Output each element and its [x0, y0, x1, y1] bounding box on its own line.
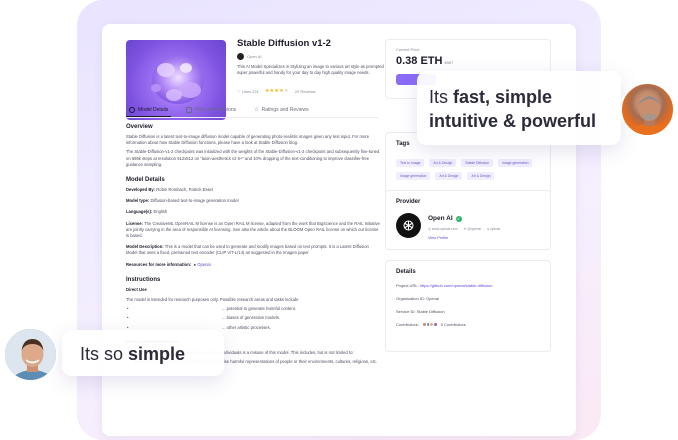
- details-heading: Details: [396, 269, 416, 275]
- tab-ratings-reviews[interactable]: ☆ Ratings and Reviews: [251, 107, 311, 116]
- provider-mini-avatar: [237, 53, 244, 60]
- tag-chip[interactable]: Art & Design: [467, 172, 495, 180]
- license-row: License: The CreativeML OpenRAIL M licen…: [126, 220, 380, 239]
- contributors-row: Contributors: 5 Contributors: [396, 322, 466, 328]
- reviews-count: 20 Reviews: [294, 88, 316, 94]
- model-description-row: Model Description: This is a model that …: [126, 244, 369, 256]
- tab-bar: Model Details Files and Versions ☆ Ratin…: [126, 106, 378, 118]
- direct-use-paragraph: The model is intended for research purpo…: [126, 297, 299, 303]
- rating-stars: ★★★★★: [264, 88, 289, 94]
- testimonial-bubble-2: Its so simple: [62, 330, 224, 376]
- overview-paragraph-1: Stable Diffusion is a latent text-to-ima…: [126, 134, 370, 146]
- byline-text: Open AI: [247, 54, 262, 59]
- price-label: Current Price: [396, 47, 420, 52]
- tag-chip[interactable]: Art & Design: [429, 159, 457, 167]
- testimonial-text-2: Its so simple: [80, 344, 186, 364]
- provider-links: ◎ www.openai.com ✦ @openai ● openai: [428, 227, 500, 231]
- provider-box: Provider Open AI ✓ ◎ www.openai.com ✦ @o…: [385, 190, 551, 250]
- price-usd: $967: [444, 60, 454, 65]
- provider-heading: Provider: [396, 199, 421, 205]
- verified-check-icon: ✓: [455, 215, 462, 222]
- project-url-link[interactable]: https://github.com/openai/stable-diffusi…: [420, 283, 493, 288]
- star-icon: ☆: [254, 107, 259, 113]
- model-type-row: Model type: Diffusion-based text-to-imag…: [126, 198, 239, 204]
- testimonial-bubble-1: Its fast, simple intuitive & powerful: [417, 71, 621, 145]
- info-icon: [129, 106, 135, 113]
- tags-heading: Tags: [396, 141, 410, 147]
- tag-chip[interactable]: Stable Diffusion: [461, 159, 494, 167]
- model-byline[interactable]: Open AI: [237, 53, 261, 60]
- contributor-avatars[interactable]: [420, 322, 438, 328]
- tag-chip[interactable]: Art & Design: [435, 172, 463, 180]
- tag-chip[interactable]: Image generation: [396, 172, 431, 180]
- tag-list: Text to Image Art & Design Stable Diffus…: [396, 159, 546, 180]
- provider-name[interactable]: Open AI ✓: [428, 215, 462, 222]
- website-link[interactable]: ◎ www.openai.com: [428, 227, 458, 231]
- service-row: Service ID: Stable Diffusion: [396, 309, 445, 314]
- model-details-heading: Model Details: [126, 177, 165, 184]
- direct-use-bullet-1: ... potential to generate harmful conten…: [126, 306, 381, 312]
- language-row: Language(s): English: [126, 209, 168, 215]
- project-url-row: Project URL: https://github.com/openai/s…: [396, 283, 493, 288]
- tab-files-versions[interactable]: Files and Versions: [183, 107, 239, 116]
- github-link[interactable]: ● openai: [487, 227, 500, 231]
- model-meta: ♡ Likes 231 ★★★★★ 20 Reviews: [237, 88, 315, 94]
- view-profile-link[interactable]: View Profile: [428, 236, 448, 240]
- folder-icon: [186, 107, 193, 113]
- testimonial-avatar-1: [620, 82, 675, 137]
- developed-by-row: Developed By: Robin Rombach, Patrick Ess…: [126, 187, 214, 193]
- bottom-fade: [102, 406, 576, 436]
- instructions-heading: Instructions: [126, 276, 161, 283]
- overview-heading: Overview: [126, 124, 153, 130]
- testimonial-text-1: Its fast, simple intuitive & powerful: [429, 87, 597, 131]
- resources-row: Resources for more information: ● Openai: [126, 261, 211, 267]
- heart-icon: ♡: [237, 88, 241, 94]
- price-value: 0.38 ETH $967: [396, 55, 454, 67]
- overview-paragraph-2: The Stable-Diffusion-v1-2 checkpoint was…: [126, 149, 380, 167]
- testimonial-avatar-2: [3, 327, 58, 382]
- model-title: Stable Diffusion v1-2: [237, 38, 331, 49]
- tag-chip[interactable]: Text to Image: [396, 159, 425, 167]
- direct-use-heading: Direct Use: [126, 286, 147, 292]
- openai-logo-icon: [396, 213, 421, 238]
- organization-row: Organization ID: Openai: [396, 296, 439, 301]
- details-box: Details Project URL: https://github.com/…: [385, 260, 551, 352]
- github-icon: ●: [193, 261, 197, 267]
- likes-count[interactable]: ♡ Likes 231: [237, 89, 259, 94]
- resources-link[interactable]: Openai: [197, 262, 211, 267]
- tab-model-details[interactable]: Model Details: [126, 106, 172, 117]
- direct-use-bullet-2: ... biases of generative models.: [126, 315, 381, 321]
- tag-chip[interactable]: Image generation: [498, 159, 533, 167]
- twitter-link[interactable]: ✦ @openai: [464, 227, 481, 231]
